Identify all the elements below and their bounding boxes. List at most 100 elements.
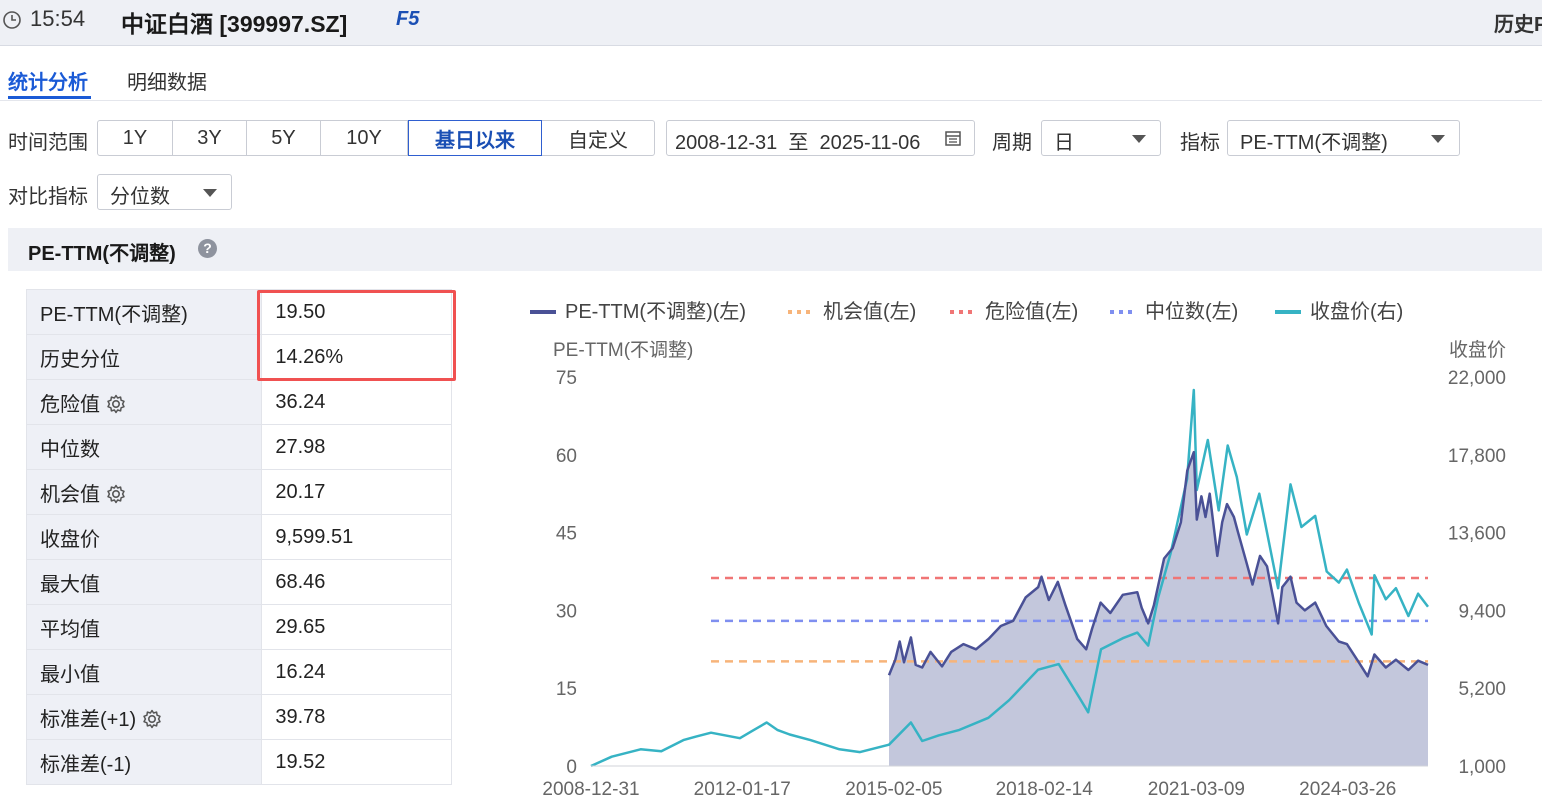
index-title: 中证白酒 [399997.SZ]	[121, 11, 348, 37]
stat-label: 最大值	[40, 573, 100, 596]
stat-label-cell: 最小值	[25, 649, 263, 695]
y-left-tick-label: 15	[556, 679, 577, 700]
stat-value: 19.52	[261, 739, 452, 785]
y-right-tick-label: 17,800	[1448, 446, 1506, 467]
stat-label-cell: 中位数	[25, 424, 263, 470]
stats-row: 中位数 27.98	[25, 424, 452, 470]
x-tick-label: 2024-03-26	[1299, 779, 1396, 795]
stat-label: 最小值	[40, 663, 100, 686]
date-range-field[interactable]: 2008-12-31 至 2025-11-06	[666, 120, 975, 156]
section-title: PE-TTM(不调整)	[28, 243, 176, 265]
stat-label: 危险值	[40, 393, 100, 416]
stat-label: 机会值	[40, 483, 100, 506]
y-right-tick-label: 22,000	[1448, 368, 1506, 389]
y-right-tick-label: 1,000	[1458, 757, 1506, 778]
help-icon[interactable]: ?	[198, 239, 217, 258]
legend-label: 机会值(左)	[823, 300, 916, 323]
compare-select[interactable]: 分位数	[97, 174, 232, 210]
stat-label: 收盘价	[40, 528, 100, 551]
x-tick-label: 2008-12-31	[542, 779, 639, 795]
x-tick-label: 2012-01-17	[694, 779, 791, 795]
y-left-tick-label: 60	[556, 446, 577, 467]
stat-label: PE-TTM(不调整)	[40, 303, 188, 326]
section-header: PE-TTM(不调整) ?	[8, 228, 1542, 271]
tab-detail-data[interactable]: 明细数据	[127, 66, 207, 95]
tabs-divider	[0, 100, 1542, 101]
date-range-text: 2008-12-31 至 2025-11-06	[675, 132, 921, 154]
compare-value: 分位数	[110, 186, 170, 208]
indicator-select[interactable]: PE-TTM(不调整)	[1227, 120, 1460, 156]
stat-label-cell: 最大值	[25, 559, 263, 605]
range-10y-button[interactable]: 10Y	[321, 121, 408, 155]
stat-label-cell: 平均值	[25, 604, 263, 650]
legend-label: 收盘价(右)	[1310, 300, 1403, 323]
legend-label: PE-TTM(不调整)(左)	[565, 300, 746, 323]
compare-label: 对比指标	[8, 186, 88, 208]
y-right-tick-label: 5,200	[1458, 679, 1506, 700]
stat-value: 16.24	[261, 649, 452, 695]
stat-label-cell: PE-TTM(不调整)	[25, 289, 263, 335]
stat-value: 20.17	[261, 469, 452, 515]
stat-value: 27.98	[261, 424, 452, 470]
stat-label-cell: 危险值	[25, 379, 263, 425]
tab-statistics[interactable]: 统计分析	[8, 66, 88, 95]
stats-row: 收盘价 9,599.51	[25, 514, 452, 560]
y-left-tick-label: 30	[556, 601, 577, 622]
stat-label-cell: 机会值	[25, 469, 263, 515]
time-range-label: 时间范围	[8, 132, 88, 154]
x-tick-label: 2018-02-14	[996, 779, 1094, 795]
history-link[interactable]: 历史P	[1494, 8, 1542, 37]
y-right-tick-label: 13,600	[1448, 524, 1506, 545]
period-value: 日	[1054, 132, 1074, 154]
stat-label: 标准差(+1)	[40, 708, 137, 731]
pe-area	[889, 452, 1428, 766]
chevron-down-icon	[1431, 135, 1445, 143]
stats-row: 危险值 36.24	[25, 379, 452, 425]
y-right-axis-title: 收盘价	[1449, 339, 1506, 361]
y-left-tick-label: 45	[556, 524, 577, 545]
y-left-tick-label: 0	[566, 757, 577, 778]
legend-label: 中位数(左)	[1145, 300, 1238, 323]
gear-icon[interactable]	[106, 394, 126, 414]
stats-row: 最大值 68.46	[25, 559, 452, 605]
title-bar: 15:54 中证白酒 [399997.SZ] F5 历史P	[0, 0, 1542, 46]
stats-row: 标准差(-1) 19.52	[25, 739, 452, 785]
stat-label: 历史分位	[40, 348, 120, 371]
gear-icon[interactable]	[142, 709, 162, 729]
chevron-down-icon	[203, 189, 217, 197]
stat-label-cell: 收盘价	[25, 514, 263, 560]
calendar-icon[interactable]	[944, 129, 962, 147]
chevron-down-icon	[1132, 135, 1146, 143]
stats-row: 标准差(+1) 39.78	[25, 694, 452, 740]
stat-value: 68.46	[261, 559, 452, 605]
range-since-base-button[interactable]: 基日以来	[408, 120, 542, 156]
f5-button[interactable]: F5	[396, 8, 419, 31]
range-custom-button[interactable]: 自定义	[542, 121, 654, 155]
period-select[interactable]: 日	[1041, 120, 1161, 156]
stat-label: 标准差(-1)	[40, 753, 132, 776]
y-right-tick-label: 9,400	[1458, 601, 1506, 622]
stat-label: 平均值	[40, 618, 100, 641]
range-3y-button[interactable]: 3Y	[173, 121, 247, 155]
indicator-label: 指标	[1180, 132, 1220, 154]
period-label: 周期	[992, 132, 1032, 154]
time-range-group: 1Y 3Y 5Y 10Y 基日以来 自定义	[97, 120, 655, 156]
x-tick-label: 2015-02-05	[845, 779, 942, 795]
range-5y-button[interactable]: 5Y	[247, 121, 321, 155]
stat-value: 9,599.51	[261, 514, 452, 560]
y-left-axis-title: PE-TTM(不调整)	[553, 339, 693, 361]
y-left-tick-label: 75	[556, 368, 577, 389]
indicator-value: PE-TTM(不调整)	[1240, 132, 1388, 154]
legend-label: 危险值(左)	[985, 300, 1078, 323]
pe-chart: PE-TTM(不调整)(左) 机会值(左) 危险值(左) 中位数(左) 收盘价(右) PE…	[530, 300, 1506, 795]
stat-label: 中位数	[40, 438, 100, 461]
stats-row: 最小值 16.24	[25, 649, 452, 695]
gear-icon[interactable]	[106, 484, 126, 504]
x-tick-label: 2021-03-09	[1148, 779, 1245, 795]
stat-value: 36.24	[261, 379, 452, 425]
active-tab-indicator	[8, 96, 91, 99]
range-1y-button[interactable]: 1Y	[98, 121, 173, 155]
stats-row: 平均值 29.65	[25, 604, 452, 650]
stat-label-cell: 标准差(+1)	[25, 694, 263, 740]
highlight-box	[257, 290, 456, 381]
